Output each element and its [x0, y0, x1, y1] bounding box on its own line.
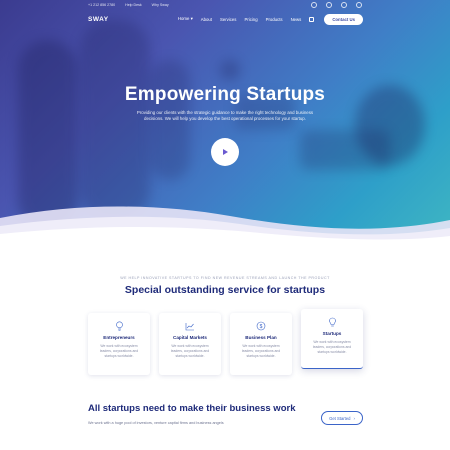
phone-number[interactable]: +1 212 856 2780: [88, 3, 115, 7]
get-started-button[interactable]: Get Started ›: [321, 411, 363, 425]
service-card-capital-markets[interactable]: Capital Markets We work with ecosystem l…: [159, 313, 221, 375]
get-started-label: Get Started: [329, 415, 351, 421]
service-card-desc: We work with ecosystem leaders, corporat…: [241, 344, 281, 358]
dollar-icon: $: [256, 321, 266, 331]
cta-subtitle: We work with a huge pool of investors, v…: [88, 421, 224, 425]
twitter-icon[interactable]: [326, 2, 332, 8]
nav-item-pricing[interactable]: Pricing: [244, 17, 257, 22]
service-card-title: Startups: [322, 331, 342, 336]
service-card-title: Entrepreneurs: [103, 335, 135, 340]
bulb-icon: [327, 317, 337, 327]
cta-title: All startups need to make their business…: [88, 403, 296, 414]
lightbulb-icon: [114, 321, 124, 331]
service-card-title: Business Plan: [245, 335, 277, 340]
help-desk-link[interactable]: Help Desk: [125, 3, 142, 7]
nav-menu: Home ▾ About Services Pricing Products N…: [178, 16, 315, 22]
instagram-icon[interactable]: [341, 2, 347, 8]
services-eyebrow: WE HELP INNOVATIVE STARTUPS TO FIND NEW …: [120, 276, 330, 280]
nav-item-label: Home: [177, 16, 190, 21]
service-card-desc: We work with ecosystem leaders, corporat…: [170, 344, 210, 358]
social-links: [311, 2, 362, 8]
service-card-startups[interactable]: Startups We work with ecosystem leaders,…: [301, 309, 363, 369]
service-card-desc: We work with ecosystem leaders, corporat…: [99, 344, 139, 358]
pinterest-icon[interactable]: [356, 2, 362, 8]
service-card-entrepreneurs[interactable]: Entrepreneurs We work with ecosystem lea…: [88, 313, 150, 375]
facebook-icon[interactable]: [311, 2, 317, 8]
services-title: Special outstanding service for startups: [124, 284, 326, 296]
chart-icon: [185, 321, 195, 331]
hero-subtitle: Providing our clients with the strategic…: [136, 110, 314, 121]
chevron-down-icon: ▾: [190, 16, 193, 21]
nav-item-news[interactable]: News: [291, 17, 302, 22]
service-card-title: Capital Markets: [173, 335, 207, 340]
hero-background-sofa: [300, 130, 390, 170]
nav-item-products[interactable]: Products: [266, 17, 283, 22]
main-nav: SWAY Home ▾ About Services Pricing Produ…: [88, 12, 363, 26]
play-icon: [223, 149, 228, 155]
service-card-business-plan[interactable]: $ Business Plan We work with ecosystem l…: [230, 313, 292, 375]
hero-title: Empowering Startups: [124, 84, 326, 105]
hero-wave-divider: [0, 206, 450, 250]
service-cards: Entrepreneurs We work with ecosystem lea…: [88, 309, 363, 375]
cart-icon[interactable]: [309, 16, 315, 22]
nav-item-about[interactable]: About: [201, 17, 212, 22]
top-bar: +1 212 856 2780 Help Desk Why Sway: [0, 0, 450, 10]
arrow-right-icon: ›: [353, 415, 355, 421]
svg-text:$: $: [260, 324, 263, 330]
why-sway-link[interactable]: Why Sway: [152, 3, 169, 7]
nav-item-home[interactable]: Home ▾: [178, 16, 193, 22]
nav-item-services[interactable]: Services: [220, 17, 236, 22]
logo[interactable]: SWAY: [88, 16, 109, 23]
hero-background-figure: [220, 60, 240, 80]
contact-us-button[interactable]: Contact Us: [324, 13, 363, 25]
service-card-desc: We work with ecosystem leaders, corporat…: [312, 340, 352, 354]
play-video-button[interactable]: [211, 138, 239, 166]
